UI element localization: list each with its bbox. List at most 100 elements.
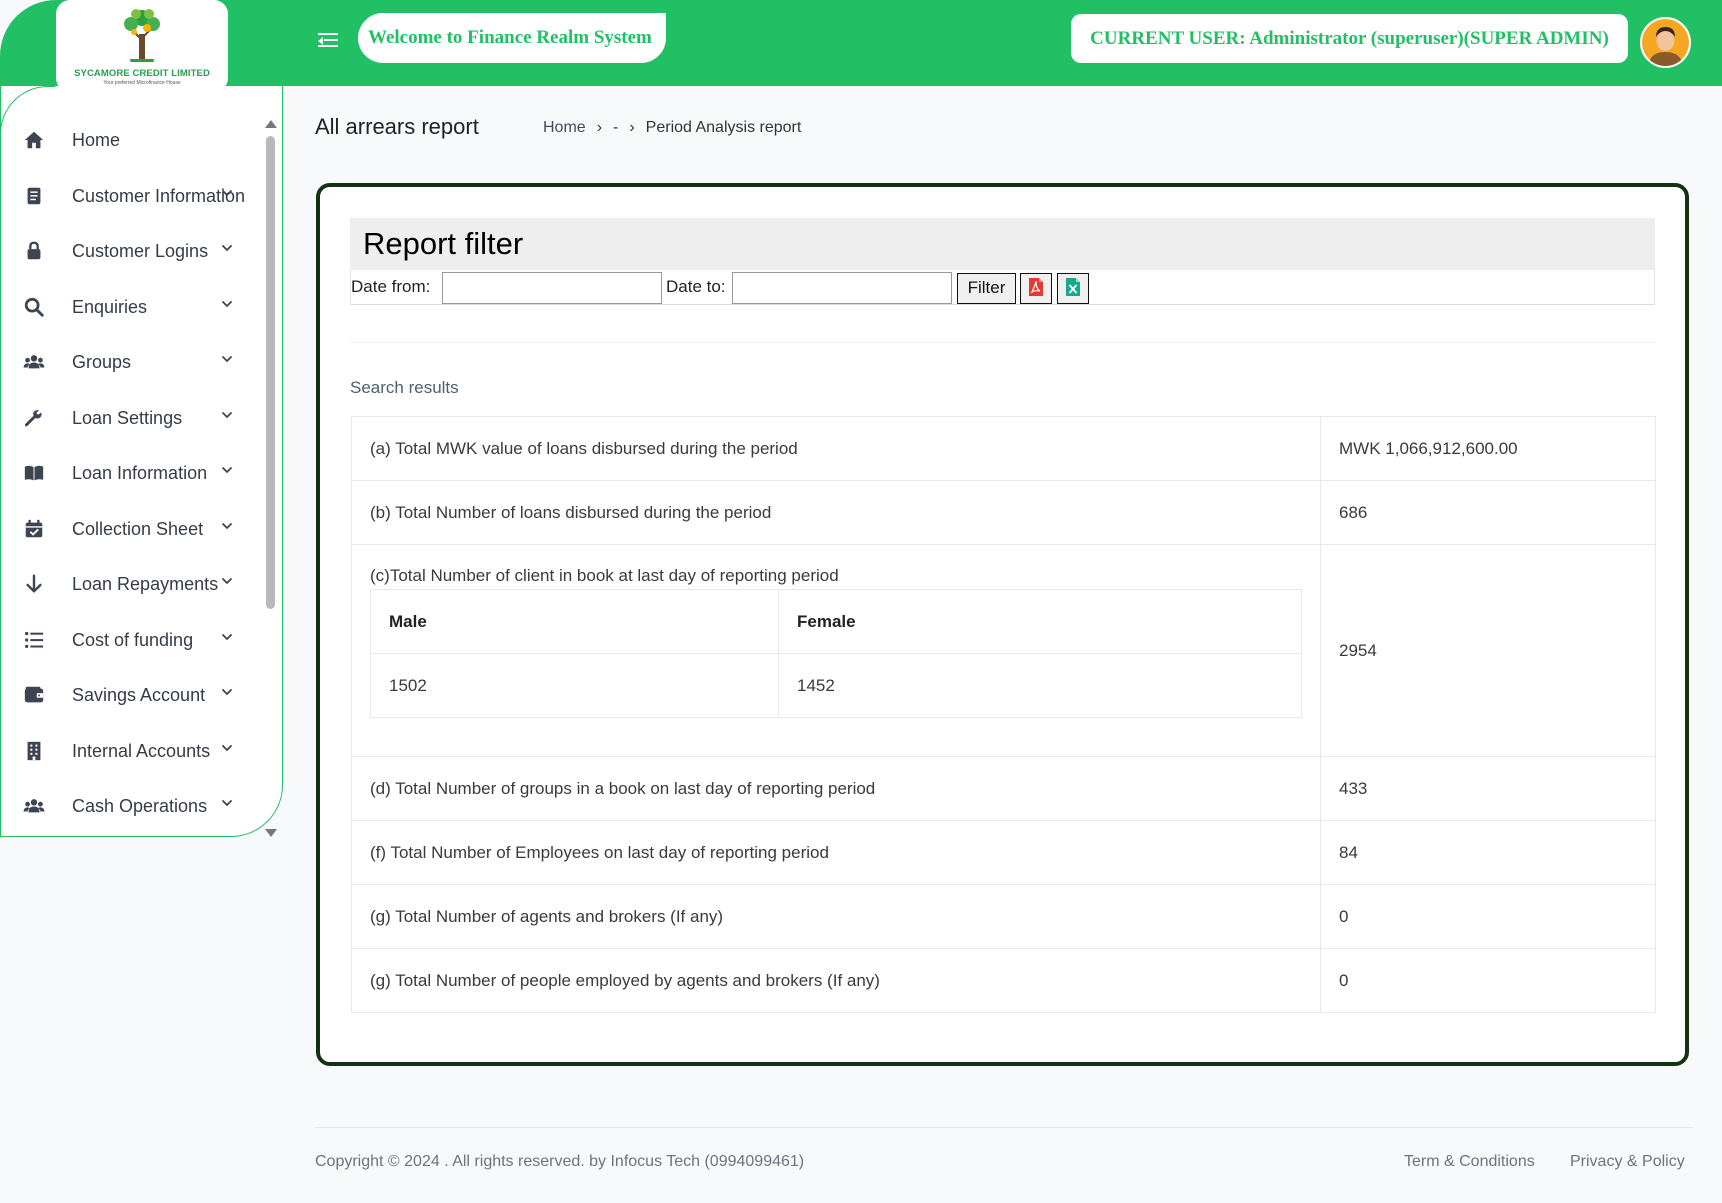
breadcrumb-current: Period Analysis report	[645, 119, 802, 136]
report-filter-title: Report filter	[363, 226, 524, 261]
avatar-icon	[1642, 19, 1689, 66]
list-icon	[25, 631, 44, 648]
breadcrumb-home-link[interactable]: Home	[543, 119, 586, 136]
date-to-input[interactable]	[732, 272, 952, 304]
calendar-check-icon	[25, 519, 43, 537]
users-icon	[23, 799, 45, 813]
date-from-input[interactable]	[442, 272, 662, 304]
row-value: MWK 1,066,912,600.00	[1320, 416, 1656, 481]
privacy-link[interactable]: Privacy & Policy	[1570, 1153, 1685, 1171]
user-avatar[interactable]	[1640, 17, 1691, 68]
footer-copyright: Copyright © 2024 . All rights reserved. …	[315, 1153, 805, 1170]
sidebar-item-label: Customer Logins	[72, 241, 209, 261]
current-user-label: CURRENT USER: Administrator (superuser)(…	[1071, 14, 1628, 63]
sidebar-item-label: Cash Operations	[72, 796, 208, 816]
chevron-down-icon[interactable]	[220, 463, 234, 477]
logo-company-name: SYCAMORE CREDIT LIMITED	[74, 68, 210, 79]
sidebar-item-label: Enquiries	[72, 296, 148, 317]
row-label: (g) Total Number of people employed by a…	[351, 948, 1321, 1013]
chevron-down-icon[interactable]	[220, 685, 234, 699]
row-value: 433	[1320, 756, 1656, 821]
sidebar-item-label: Loan Settings	[72, 407, 183, 428]
breadcrumb: Home › - › Period Analysis report	[543, 119, 801, 137]
section-divider	[350, 342, 1655, 343]
sidebar-item-collection-sheet[interactable]: Collection Sheet	[0, 509, 262, 549]
sidebar-item-label: Internal Accounts	[72, 740, 211, 761]
breadcrumb-middle: -	[613, 119, 619, 136]
chevron-down-icon[interactable]	[220, 741, 234, 755]
sidebar-item-label: Loan Repayments	[72, 574, 219, 594]
chevron-down-icon[interactable]	[220, 519, 234, 533]
table-row: (f) Total Number of Employees on last da…	[351, 820, 1656, 885]
building-icon	[27, 741, 41, 760]
sidebar-item-label: Savings Account	[72, 685, 206, 705]
row-label: (c)Total Number of client in book at las…	[370, 566, 839, 585]
date-to-label: Date to:	[666, 277, 726, 296]
scroll-down-icon[interactable]	[265, 829, 277, 837]
chevron-down-icon[interactable]	[220, 241, 234, 255]
menu-toggle-icon[interactable]	[316, 31, 340, 51]
sidebar-item-internal-accounts[interactable]: Internal Accounts	[0, 731, 262, 771]
male-header: Male	[370, 589, 779, 654]
report-filter-form: Date from: Date to: Filter	[350, 270, 1655, 305]
document-icon	[27, 187, 41, 204]
chevron-down-icon[interactable]	[220, 796, 234, 810]
row-label: (g) Total Number of agents and brokers (…	[351, 884, 1321, 949]
date-from-label: Date from:	[351, 277, 431, 296]
row-label: (d) Total Number of groups in a book on …	[351, 756, 1321, 821]
chevron-down-icon[interactable]	[220, 408, 234, 422]
row-value: 84	[1320, 820, 1656, 885]
sidebar-item-loan-repayments[interactable]: Loan Repayments	[0, 564, 262, 604]
sidebar-item-label: Groups	[72, 352, 132, 372]
gender-breakdown-table: Male Female 1502 1452	[370, 589, 1302, 718]
terms-link[interactable]: Term & Conditions	[1404, 1153, 1535, 1171]
excel-export-icon	[1066, 278, 1080, 296]
sidebar-item-label: Collection Sheet	[72, 518, 204, 539]
chevron-down-icon[interactable]	[220, 630, 234, 644]
row-value: 686	[1320, 480, 1656, 545]
tree-logo-icon	[124, 9, 160, 62]
sidebar-item-savings-account[interactable]: Savings Account	[0, 675, 262, 715]
users-icon	[23, 355, 45, 369]
sidebar-scroll-thumb[interactable]	[266, 136, 275, 609]
pdf-export-button[interactable]	[1020, 273, 1052, 304]
chevron-down-icon[interactable]	[220, 186, 234, 200]
sidebar-item-customer-logins[interactable]: Customer Logins	[0, 231, 262, 271]
row-label: (b) Total Number of loans disbursed duri…	[351, 480, 1321, 545]
sidebar-item-cash-operations[interactable]: Cash Operations	[0, 786, 262, 826]
sidebar-item-label: Home	[72, 130, 121, 150]
page-title: All arrears report	[315, 114, 479, 139]
home-icon	[24, 131, 44, 149]
row-label: (f) Total Number of Employees on last da…	[351, 820, 1321, 885]
sidebar-item-customer-information[interactable]: Customer Information	[0, 176, 262, 216]
sidebar-item-home[interactable]: Home	[0, 120, 262, 160]
report-filter-header: Report filter	[350, 218, 1655, 270]
sidebar-item-label: Cost of funding	[72, 629, 194, 650]
sidebar-item-loan-settings[interactable]: Loan Settings	[0, 398, 262, 438]
wrench-icon	[24, 409, 42, 426]
company-logo[interactable]: SYCAMORE CREDIT LIMITED Your preferred M…	[56, 0, 228, 92]
chevron-down-icon[interactable]	[220, 297, 234, 311]
table-row: (b) Total Number of loans disbursed duri…	[351, 480, 1656, 545]
pdf-export-icon	[1029, 278, 1043, 296]
sidebar-item-cost-of-funding[interactable]: Cost of funding	[0, 620, 262, 660]
breadcrumb-separator-icon: ›	[596, 119, 603, 136]
sidebar-item-groups[interactable]: Groups	[0, 342, 262, 382]
chevron-down-icon[interactable]	[220, 574, 234, 588]
table-row: Male Female	[370, 589, 1302, 654]
sidebar-item-label: Loan Information	[72, 463, 208, 483]
male-count: 1502	[370, 653, 779, 718]
row-value: 2954	[1320, 544, 1656, 757]
female-count: 1452	[778, 653, 1302, 718]
chevron-down-icon[interactable]	[220, 352, 234, 366]
excel-export-button[interactable]	[1057, 273, 1089, 304]
sidebar-item-enquiries[interactable]: Enquiries	[0, 287, 262, 327]
table-row: (d) Total Number of groups in a book on …	[351, 756, 1656, 821]
scroll-up-icon[interactable]	[265, 120, 277, 128]
breadcrumb-separator-icon: ›	[629, 119, 635, 136]
row-value: 0	[1320, 948, 1656, 1013]
sidebar-item-loan-information[interactable]: Loan Information	[0, 453, 262, 493]
filter-button[interactable]: Filter	[957, 273, 1016, 304]
book-icon	[24, 465, 44, 481]
female-header: Female	[778, 589, 1302, 654]
